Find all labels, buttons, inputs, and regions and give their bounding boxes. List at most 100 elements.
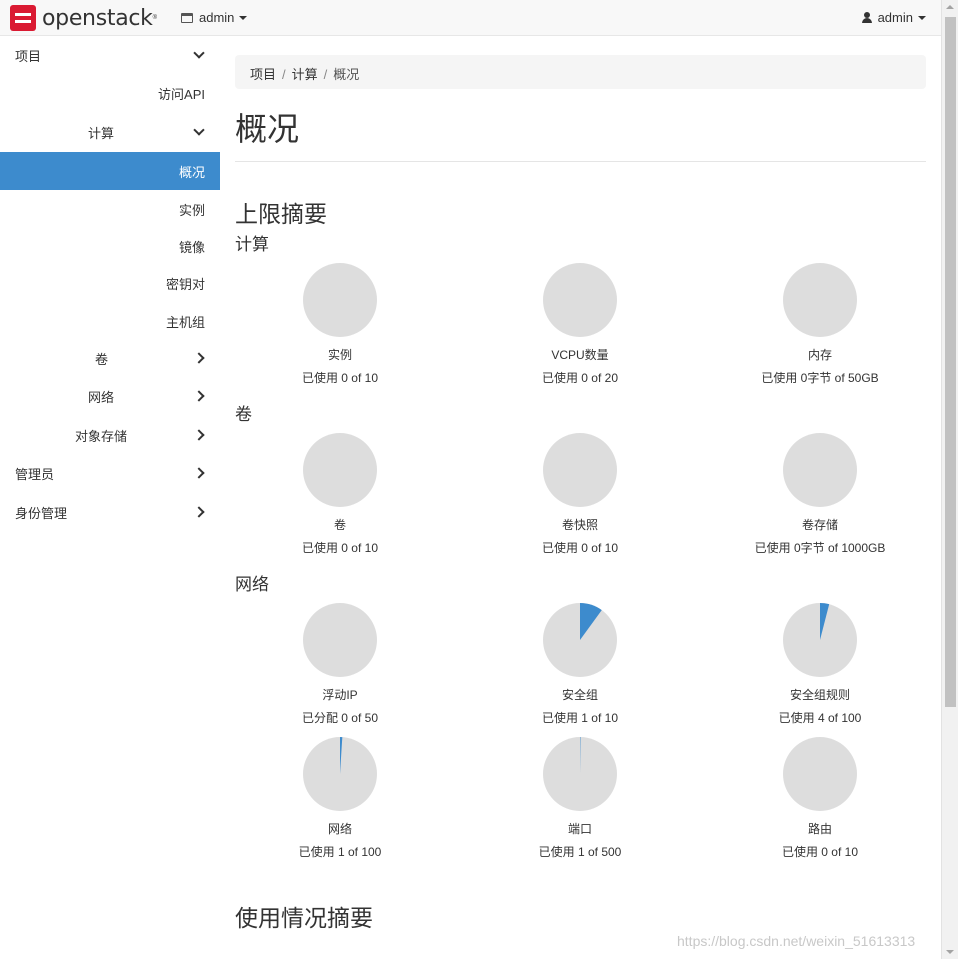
sidebar-item-label: 卷 — [95, 351, 109, 367]
pie-background — [783, 263, 857, 337]
sidebar-item-label: 管理员 — [15, 466, 55, 482]
pie-label: 路由 — [807, 822, 832, 836]
pie-chart — [783, 603, 857, 677]
pie-chart — [783, 433, 857, 507]
pie-usage-text: 已使用 0 of 20 — [541, 371, 619, 385]
pie-chart — [303, 263, 377, 337]
quota-pie: 安全组已使用 1 of 10 — [480, 602, 680, 726]
sidebar-item-label: 项目 — [15, 48, 42, 64]
project-dropdown[interactable]: admin — [181, 10, 248, 25]
sidebar-item-label: 密钥对 — [165, 276, 205, 292]
quota-pie: 路由已使用 0 of 10 — [720, 736, 920, 860]
quota-pie: 实例 已使用 0 of 10 — [240, 262, 440, 386]
page-title: 概况 — [235, 111, 300, 147]
quota-pie: 安全组规则 已使用 4 of 100 — [720, 602, 920, 726]
user-dropdown[interactable]: admin — [861, 10, 926, 25]
user-label: admin — [877, 10, 913, 25]
pie-label: 内存 — [807, 348, 832, 362]
pie-background — [783, 737, 857, 811]
vertical-scrollbar[interactable] — [941, 0, 958, 959]
scrollbar-thumb[interactable] — [945, 17, 956, 707]
sidebar-item-label: 镜像 — [178, 239, 205, 255]
sidebar-item[interactable]: 主机组 — [0, 302, 220, 340]
caret-down-icon — [918, 15, 926, 20]
sidebar-item-label: 访问API — [158, 86, 205, 102]
pie-background — [543, 433, 617, 507]
project-label: admin — [199, 10, 235, 25]
pie-label: 安全组 — [561, 688, 598, 702]
user-icon — [861, 12, 872, 23]
quota-pie: 网络 已使用 1 of 100 — [240, 736, 440, 860]
chevron-right-icon — [193, 506, 205, 518]
brand-logo-link[interactable]: openstack ® — [10, 4, 157, 32]
sidebar-item-label: 主机组 — [165, 314, 205, 330]
breadcrumb-item-current: 概况 — [333, 67, 360, 82]
sidebar-item[interactable]: 访问API — [0, 74, 220, 112]
pie-label: 安全组规则 — [789, 688, 850, 702]
sidebar-item[interactable]: 网络 — [0, 377, 220, 415]
quota-pie: VCPU数量 已使用 0 of 20 — [480, 262, 680, 386]
pie-usage-text: 已使用 0 of 10 — [781, 845, 859, 859]
quota-pie: 卷已使用 0 of 10 — [240, 432, 440, 556]
brand-text: openstack — [42, 5, 153, 31]
group-title-network: 网络 — [235, 575, 269, 594]
pie-chart — [303, 603, 377, 677]
sidebar-item[interactable]: 密钥对 — [0, 264, 220, 302]
sidebar-item[interactable]: 对象存储 — [0, 416, 220, 454]
project-icon — [181, 12, 193, 23]
pie-usage-text: 已分配 0 of 50 — [301, 711, 379, 725]
scroll-up-icon[interactable] — [946, 5, 954, 9]
sidebar-item[interactable]: 管理员 — [0, 454, 220, 492]
quota-pie: 卷存储已使用 0字节 of 1000GB — [720, 432, 920, 556]
group-title-volume: 卷 — [235, 405, 252, 424]
usage-heading: 使用情况摘要 — [235, 905, 373, 931]
sidebar-item[interactable]: 计算 — [0, 113, 220, 151]
breadcrumb-separator: / — [323, 67, 328, 82]
pie-label: 卷快照 — [561, 518, 598, 532]
chevron-down-icon — [193, 47, 205, 59]
sidebar-item[interactable]: 镜像 — [0, 227, 220, 265]
sidebar-item-label: 网络 — [88, 389, 115, 405]
breadcrumb-item-project[interactable]: 项目 — [250, 67, 276, 82]
pie-usage-text: 已使用 0 of 10 — [301, 541, 379, 555]
sidebar-item[interactable]: 概况 — [0, 152, 220, 190]
pie-usage-text: 已使用 0字节 of 50GB — [761, 371, 879, 385]
pie-chart — [543, 263, 617, 337]
quota-pie: 内存已使用 0字节 of 50GB — [720, 262, 920, 386]
scroll-down-icon[interactable] — [946, 950, 954, 954]
title-divider — [235, 161, 926, 162]
group-title-compute: 计算 — [235, 235, 269, 254]
pie-chart — [543, 603, 617, 677]
sidebar-item[interactable]: 实例 — [0, 190, 220, 228]
pie-background — [303, 603, 377, 677]
sidebar: 项目访问API 计算概况实例镜像密钥对主机组卷网络对象存储管理员身份管理 — [0, 36, 220, 959]
sidebar-item[interactable]: 卷 — [0, 339, 220, 377]
sidebar-item-label: 对象存储 — [75, 428, 128, 444]
breadcrumb: 项目 / 计算 / 概况 — [235, 55, 926, 89]
pie-background — [783, 433, 857, 507]
quota-pie: 端口 已使用 1 of 500 — [480, 736, 680, 860]
pie-chart — [783, 737, 857, 811]
openstack-logo-icon — [10, 5, 36, 31]
pie-usage-text: 已使用 0字节 of 1000GB — [754, 541, 886, 555]
pie-usage-text: 已使用 0 of 10 — [541, 541, 619, 555]
chevron-down-icon — [193, 124, 205, 136]
sidebar-item-label: 实例 — [178, 202, 205, 218]
pie-label: 浮动IP — [322, 688, 358, 702]
pie-label: 网络 — [327, 822, 352, 836]
caret-down-icon — [239, 15, 248, 20]
pie-label: 端口 — [567, 822, 592, 836]
quota-pie: 卷快照已使用 0 of 10 — [480, 432, 680, 556]
chevron-right-icon — [193, 390, 205, 402]
pie-background — [303, 263, 377, 337]
chevron-right-icon — [193, 352, 205, 364]
sidebar-item[interactable]: 项目 — [0, 36, 220, 74]
pie-label: 卷存储 — [801, 518, 838, 532]
pie-usage-text: 已使用 1 of 10 — [541, 711, 619, 725]
quota-pie: 浮动IP 已分配 0 of 50 — [240, 602, 440, 726]
sidebar-item[interactable]: 身份管理 — [0, 493, 220, 531]
breadcrumb-item-compute[interactable]: 计算 — [292, 67, 318, 82]
pie-chart — [543, 433, 617, 507]
sidebar-item-label: 概况 — [178, 164, 205, 180]
pie-label: VCPU数量 — [551, 348, 609, 362]
